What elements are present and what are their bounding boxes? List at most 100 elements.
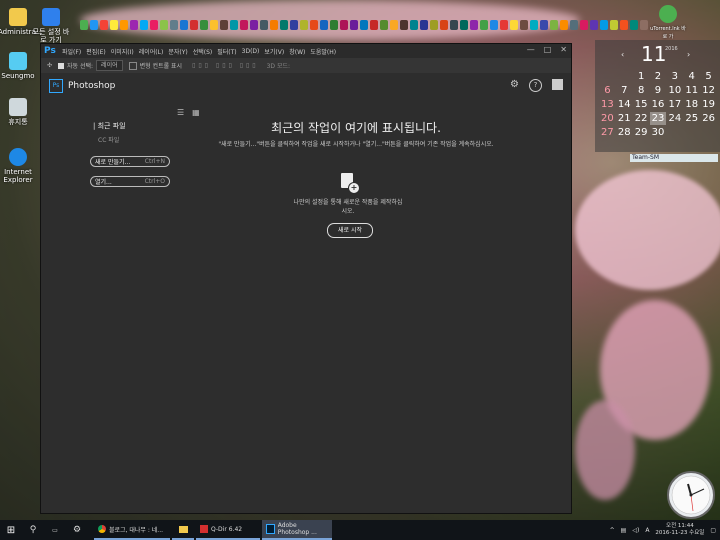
app-shortcut-icon[interactable] [500, 20, 508, 30]
app-shortcut-icon[interactable] [430, 20, 438, 30]
app-shortcut-icon[interactable] [290, 20, 298, 30]
menu-file[interactable]: 파일(F) [62, 47, 81, 56]
maximize-button[interactable]: □ [544, 45, 552, 54]
calendar-next-icon[interactable]: › [687, 50, 690, 59]
app-shortcut-icon[interactable] [560, 20, 568, 30]
app-shortcut-icon[interactable] [100, 20, 108, 30]
calendar-prev-icon[interactable]: ‹ [621, 50, 624, 59]
ime-indicator[interactable]: A [645, 527, 649, 534]
menu-view[interactable]: 보기(V) [264, 47, 284, 56]
search-button[interactable]: ⚲ [22, 520, 44, 540]
app-shortcut-icon[interactable] [450, 20, 458, 30]
menu-select[interactable]: 선택(S) [193, 47, 213, 56]
app-shortcut-icon[interactable] [170, 20, 178, 30]
taskbar-explorer[interactable] [172, 520, 194, 540]
tray-chevron-icon[interactable]: ^ [610, 527, 615, 534]
desktop-icon-all-settings[interactable]: 모든 설정 바로 가기 [31, 8, 71, 44]
volume-icon[interactable]: ◁) [632, 527, 639, 534]
app-shortcut-icon[interactable] [210, 20, 218, 30]
align-icons[interactable]: ▯▯▯ ▯▯▯ ▯▯▯ [192, 62, 259, 69]
transform-checkbox[interactable] [128, 61, 137, 70]
app-shortcut-icon[interactable] [360, 20, 368, 30]
desktop-icon-recycle-bin[interactable]: 휴지통 [0, 98, 38, 126]
recent-files-tab[interactable]: | 최근 파일 [93, 121, 126, 131]
app-shortcut-icon[interactable] [140, 20, 148, 30]
taskbar-photoshop[interactable]: Adobe Photoshop ... [262, 520, 332, 540]
app-shortcut-icon[interactable] [540, 20, 548, 30]
app-shortcut-icon[interactable] [300, 20, 308, 30]
grid-view-icon[interactable]: ▦ [192, 108, 200, 117]
app-shortcut-icon[interactable] [350, 20, 358, 30]
app-shortcut-icon[interactable] [620, 20, 628, 30]
app-shortcut-icon[interactable] [480, 20, 488, 30]
app-shortcut-icon[interactable] [420, 20, 428, 30]
app-shortcut-icon[interactable] [630, 20, 638, 30]
app-shortcut-icon[interactable] [520, 20, 528, 30]
layer-select[interactable]: 레이어 [96, 60, 123, 71]
list-view-icon[interactable]: ☰ [177, 108, 184, 117]
app-shortcut-icon[interactable] [250, 20, 258, 30]
app-shortcut-icon[interactable] [80, 20, 88, 30]
app-shortcut-icon[interactable] [380, 20, 388, 30]
app-shortcut-icon[interactable] [370, 20, 378, 30]
app-shortcut-icon[interactable] [160, 20, 168, 30]
close-button[interactable]: ✕ [560, 45, 567, 54]
cc-files-tab[interactable]: CC 파일 [98, 135, 119, 144]
start-button[interactable]: ⊞ [0, 520, 22, 540]
app-shortcut-icon[interactable] [410, 20, 418, 30]
auto-select-checkbox[interactable] [58, 62, 65, 69]
app-shortcut-icon[interactable] [230, 20, 238, 30]
help-icon[interactable]: ? [529, 79, 542, 92]
app-shortcut-icon[interactable] [460, 20, 468, 30]
app-shortcut-icon[interactable] [200, 20, 208, 30]
app-shortcut-icon[interactable] [490, 20, 498, 30]
app-shortcut-icon[interactable] [120, 20, 128, 30]
menu-layer[interactable]: 레이어(L) [139, 47, 164, 56]
user-avatar[interactable] [552, 79, 563, 90]
menu-3d[interactable]: 3D(D) [242, 48, 260, 55]
app-shortcut-icon[interactable] [580, 20, 588, 30]
menu-image[interactable]: 이미지(I) [111, 47, 134, 56]
taskbar-qdir[interactable]: Q-Dir 6.42 [196, 520, 260, 540]
app-shortcut-icon[interactable] [470, 20, 478, 30]
desktop-icon-internet-explorer[interactable]: Internet Explorer [0, 148, 38, 184]
app-shortcut-icon[interactable] [220, 20, 228, 30]
app-shortcut-icon[interactable] [280, 20, 288, 30]
desktop-icon-utorrent[interactable]: uTorrent.lnk 바로 가 [648, 5, 688, 41]
menu-type[interactable]: 문자(Y) [168, 47, 187, 56]
app-shortcut-icon[interactable] [150, 20, 158, 30]
app-shortcut-icon[interactable] [240, 20, 248, 30]
app-shortcut-icon[interactable] [640, 20, 648, 30]
settings-button[interactable]: ⚙ [66, 520, 88, 540]
task-view-button[interactable]: ▭ [44, 520, 66, 540]
app-shortcut-icon[interactable] [110, 20, 118, 30]
app-shortcut-icon[interactable] [190, 20, 198, 30]
menu-window[interactable]: 창(W) [289, 47, 305, 56]
start-new-button[interactable]: 새로 시작 [327, 223, 373, 238]
app-shortcut-icon[interactable] [550, 20, 558, 30]
app-shortcut-icon[interactable] [610, 20, 618, 30]
open-file-button[interactable]: 열기... Ctrl+O [90, 176, 170, 187]
menu-help[interactable]: 도움말(H) [310, 47, 336, 56]
app-shortcut-icon[interactable] [570, 20, 578, 30]
app-shortcut-icon[interactable] [400, 20, 408, 30]
menu-filter[interactable]: 필터(T) [217, 47, 236, 56]
app-shortcut-icon[interactable] [320, 20, 328, 30]
app-shortcut-icon[interactable] [590, 20, 598, 30]
app-shortcut-icon[interactable] [440, 20, 448, 30]
app-shortcut-icon[interactable] [180, 20, 188, 30]
app-shortcut-icon[interactable] [340, 20, 348, 30]
app-shortcut-icon[interactable] [90, 20, 98, 30]
app-shortcut-icon[interactable] [260, 20, 268, 30]
menu-edit[interactable]: 편집(E) [86, 47, 106, 56]
app-shortcut-icon[interactable] [600, 20, 608, 30]
gear-icon[interactable]: ⚙ [510, 79, 519, 92]
app-shortcut-icon[interactable] [270, 20, 278, 30]
move-tool-icon[interactable]: ✣ [47, 62, 52, 69]
tray-clock[interactable]: 오전 11:44 2016-11-23 수요일 [655, 523, 704, 537]
app-shortcut-icon[interactable] [310, 20, 318, 30]
taskbar-chrome[interactable]: 블로그, 대나무 : 네... [94, 520, 170, 540]
app-shortcut-icon[interactable] [390, 20, 398, 30]
desktop-icon-seungmo[interactable]: Seungmo [0, 52, 38, 80]
app-shortcut-icon[interactable] [510, 20, 518, 30]
